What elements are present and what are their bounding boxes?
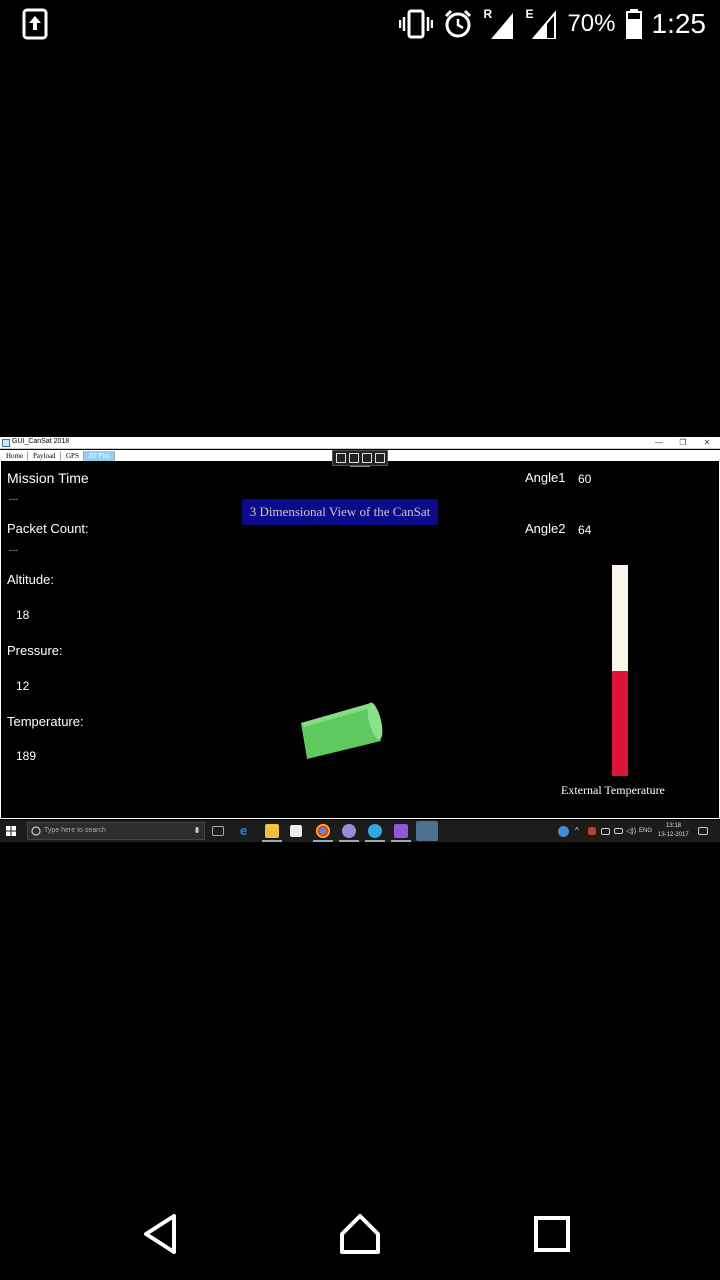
window-titlebar: GUI_CanSat 2018 — ❐ ✕ (0, 437, 720, 449)
language-indicator[interactable]: ENG (639, 828, 652, 834)
notifications-icon[interactable] (698, 827, 708, 835)
help-icon[interactable] (558, 826, 569, 837)
angle2-label: Angle2 (525, 521, 566, 536)
upload-icon (22, 8, 48, 40)
thermometer-fill (612, 670, 628, 776)
alarm-icon (445, 9, 472, 38)
taskbar-clock-date[interactable]: 13-12-2017 (658, 832, 689, 838)
taskbar-clock-time[interactable]: 13:18 (666, 823, 681, 829)
signal-roaming-icon: R (483, 7, 515, 39)
android-navigation-bar (0, 1190, 720, 1280)
file-explorer-indicator (262, 840, 282, 842)
microphone-icon[interactable] (194, 827, 200, 836)
eclipse-icon[interactable] (342, 824, 356, 838)
select-tool-icon[interactable] (335, 453, 346, 463)
active-app-icon[interactable] (416, 821, 438, 841)
skype-icon[interactable] (368, 824, 382, 838)
home-icon[interactable] (338, 1212, 382, 1256)
visual-studio-icon[interactable] (394, 824, 408, 838)
signal-edge-icon: E (525, 7, 557, 40)
temperature-label: Temperature: (7, 714, 84, 729)
minimize-button[interactable]: — (648, 437, 670, 448)
packet-count-value: --- (9, 545, 18, 555)
tab-3d-plot[interactable]: 3D Plot (84, 451, 115, 461)
vibrate-icon (399, 9, 434, 39)
temperature-value: 189 (16, 749, 37, 763)
visual-studio-indicator (391, 840, 411, 842)
packet-count-label: Packet Count: (7, 521, 89, 536)
chevron-up-icon[interactable]: ^ (575, 826, 579, 835)
tab-gps[interactable]: GPS (62, 451, 84, 461)
battery-icon (625, 9, 642, 39)
frame-tool-icon[interactable] (361, 453, 372, 463)
search-placeholder: Type here to search (44, 827, 106, 834)
edge-browser-icon[interactable]: e (240, 824, 254, 838)
windows-taskbar: Type here to search e ^ ◁)) ENG 13:18 13… (0, 820, 720, 842)
back-icon[interactable] (138, 1212, 182, 1256)
angle1-label: Angle1 (525, 470, 566, 485)
taskbar-search[interactable]: Type here to search (27, 822, 205, 840)
windows-start-icon[interactable] (6, 826, 16, 836)
thermometer-label: External Temperature (561, 783, 665, 797)
volume-icon[interactable]: ◁)) (626, 827, 636, 835)
app-icon (2, 439, 10, 447)
status-bar: R E 70% 1:25 (0, 0, 720, 48)
tab-home[interactable]: Home (2, 451, 29, 461)
plot-title: 3 Dimensional View of the CanSat (242, 499, 438, 525)
battery-tray-icon[interactable] (614, 828, 623, 834)
recents-icon[interactable] (530, 1212, 574, 1256)
desktop-screenshot: GUI_CanSat 2018 — ❐ ✕ Home Payload GPS 3… (0, 437, 720, 843)
network-icon[interactable] (601, 828, 610, 835)
chrome-icon[interactable] (316, 824, 330, 838)
cansat-3d-model[interactable] (297, 701, 387, 761)
search-icon (31, 826, 41, 836)
altitude-label: Altitude: (7, 572, 54, 587)
task-view-icon[interactable] (212, 826, 224, 836)
store-icon[interactable] (290, 825, 302, 837)
pressure-label: Pressure: (7, 643, 63, 658)
app-content: Mission Time --- Packet Count: --- Altit… (0, 461, 720, 819)
close-button[interactable]: ✕ (696, 437, 718, 448)
pointer-tool-icon[interactable] (348, 453, 359, 463)
toolbar-handle[interactable] (350, 466, 370, 467)
skype-indicator (365, 840, 385, 842)
network-label: E (525, 7, 534, 21)
mission-time-label: Mission Time (7, 470, 89, 486)
graphics-toolbar (332, 450, 388, 466)
mission-time-value: --- (9, 494, 18, 504)
angle2-value: 64 (578, 523, 592, 537)
temperature-thermometer (612, 565, 628, 776)
window-title: GUI_CanSat 2018 (12, 438, 70, 445)
tab-payload[interactable]: Payload (29, 451, 61, 461)
roaming-label: R (483, 7, 493, 21)
status-time: 1:25 (651, 8, 707, 39)
chrome-indicator (313, 840, 333, 842)
file-explorer-icon[interactable] (265, 824, 279, 838)
tray-app-icon[interactable] (588, 827, 596, 835)
altitude-value: 18 (16, 608, 30, 622)
pressure-value: 12 (16, 679, 30, 693)
restore-button[interactable]: ❐ (672, 437, 694, 448)
eclipse-indicator (339, 840, 359, 842)
angle1-value: 60 (578, 472, 592, 486)
adorner-tool-icon[interactable] (374, 453, 385, 463)
battery-percent: 70% (567, 10, 616, 37)
